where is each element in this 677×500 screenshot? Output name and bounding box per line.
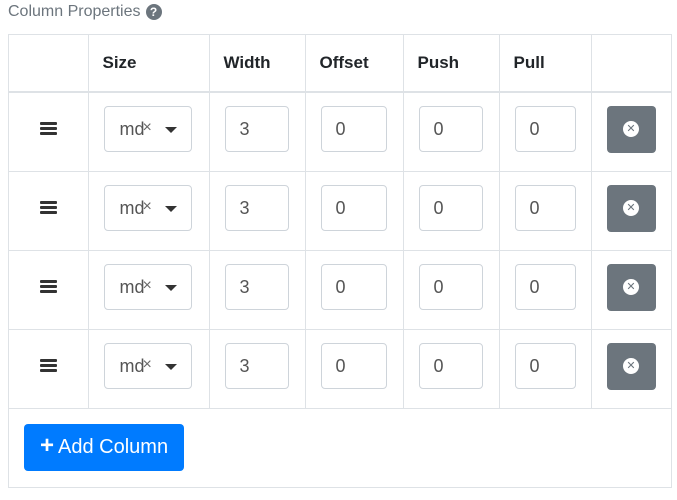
pull-cell	[498, 250, 592, 330]
header-handle	[9, 35, 89, 93]
remove-cell: ✕	[590, 250, 671, 330]
table-row: md × ✕	[9, 91, 671, 172]
push-cell	[402, 91, 500, 172]
size-select[interactable]: md ×	[103, 106, 192, 152]
header-actions	[590, 35, 671, 93]
caret-down-icon	[164, 127, 177, 133]
panel-title: Column Properties ?	[8, 2, 162, 22]
caret-down-icon	[164, 285, 177, 291]
pull-input[interactable]	[514, 185, 576, 231]
push-cell	[402, 329, 500, 409]
offset-input[interactable]	[320, 264, 387, 310]
width-input[interactable]	[224, 343, 289, 389]
width-input[interactable]	[224, 185, 289, 231]
pull-cell	[498, 329, 592, 409]
question-circle-icon[interactable]: ?	[145, 4, 162, 20]
width-input[interactable]	[224, 106, 289, 152]
remove-circle-icon: ✕	[623, 358, 639, 374]
drag-handle-icon[interactable]	[39, 280, 57, 294]
size-select[interactable]: md ×	[103, 264, 192, 310]
width-cell	[208, 250, 306, 330]
caret-down-icon	[164, 206, 177, 212]
offset-cell	[304, 171, 404, 251]
remove-cell: ✕	[590, 329, 671, 409]
table-row: md × ✕	[9, 329, 671, 409]
clear-icon[interactable]: ×	[143, 356, 152, 374]
drag-handle-icon[interactable]	[39, 122, 57, 136]
size-select[interactable]: md ×	[103, 185, 192, 231]
width-cell	[208, 171, 306, 251]
handle-cell	[9, 329, 89, 409]
header-offset: Offset	[304, 35, 404, 93]
remove-circle-icon: ✕	[623, 279, 639, 295]
table-row: md × ✕	[9, 171, 671, 251]
column-properties-table: Size Width Offset Push Pull md × 3 0 0 0…	[8, 34, 672, 488]
table-row: md × ✕	[9, 250, 671, 330]
size-select-value: md	[119, 277, 145, 297]
remove-cell: ✕	[590, 91, 671, 172]
pull-cell	[498, 171, 592, 251]
size-select-value: md	[119, 356, 145, 376]
add-column-label: Add Column	[58, 435, 169, 458]
width-cell	[208, 329, 306, 409]
width-input[interactable]	[224, 264, 289, 310]
size-cell: md ×	[87, 329, 210, 409]
clear-icon[interactable]: ×	[143, 198, 152, 216]
remove-circle-icon: ✕	[623, 121, 639, 137]
drag-handle-icon[interactable]	[39, 201, 57, 215]
push-cell	[402, 171, 500, 251]
size-select-value: md	[119, 198, 145, 218]
offset-input[interactable]	[320, 185, 387, 231]
push-input[interactable]	[418, 343, 483, 389]
remove-cell: ✕	[590, 171, 671, 251]
header-size: Size	[87, 35, 210, 93]
offset-cell	[304, 91, 404, 172]
remove-row-button[interactable]: ✕	[606, 105, 656, 153]
size-cell: md ×	[87, 171, 210, 251]
table-footer-row: + Add Column	[9, 408, 671, 487]
plus-icon: +	[40, 432, 55, 459]
push-cell	[402, 250, 500, 330]
add-column-button[interactable]: + Add Column	[24, 423, 185, 471]
remove-row-button[interactable]: ✕	[606, 184, 656, 232]
pull-input[interactable]	[514, 264, 576, 310]
pull-cell	[498, 91, 592, 172]
drag-handle-icon[interactable]	[39, 359, 57, 373]
table-header-row: Size Width Offset Push Pull	[9, 35, 671, 93]
header-push: Push	[402, 35, 500, 93]
remove-circle-icon: ✕	[623, 200, 639, 216]
clear-icon[interactable]: ×	[143, 119, 152, 137]
header-width: Width	[208, 35, 306, 93]
handle-cell	[9, 250, 89, 330]
header-pull: Pull	[498, 35, 592, 93]
clear-icon[interactable]: ×	[143, 277, 152, 295]
size-cell: md ×	[87, 91, 210, 172]
handle-cell	[9, 171, 89, 251]
offset-cell	[304, 250, 404, 330]
push-input[interactable]	[418, 185, 483, 231]
handle-cell	[9, 91, 89, 172]
remove-row-button[interactable]: ✕	[606, 342, 656, 390]
size-select[interactable]: md ×	[103, 343, 192, 389]
offset-input[interactable]	[320, 106, 387, 152]
width-cell	[208, 91, 306, 172]
size-cell: md ×	[87, 250, 210, 330]
push-input[interactable]	[418, 106, 483, 152]
pull-input[interactable]	[514, 106, 576, 152]
push-input[interactable]	[418, 264, 483, 310]
panel-title-text: Column Properties	[8, 3, 141, 20]
offset-input[interactable]	[320, 343, 387, 389]
remove-row-button[interactable]: ✕	[606, 263, 656, 311]
caret-down-icon	[164, 364, 177, 370]
size-select-value: md	[119, 119, 145, 139]
pull-input[interactable]	[514, 343, 576, 389]
offset-cell	[304, 329, 404, 409]
